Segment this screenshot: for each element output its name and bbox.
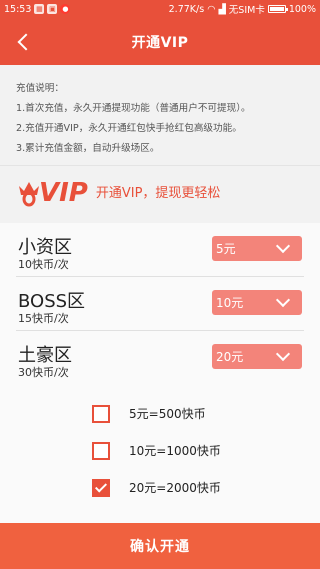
- status-bar: 15:53 ▦ ▣ ● 2.77K/s ◠ ▟ 无SIM卡 100%: [0, 0, 320, 18]
- plan-amount-value: 5元: [216, 242, 236, 256]
- crown-icon: [19, 181, 39, 206]
- signal-icon: ▟: [218, 3, 226, 15]
- option-row[interactable]: 20元=2000快币: [0, 469, 320, 506]
- vip-slogan: 开通VIP，提现更轻松: [95, 186, 221, 201]
- plan-amount-select[interactable]: 10元: [212, 290, 302, 315]
- checkmark-icon: [94, 479, 108, 493]
- recharge-notes: 充值说明： 1.首次充值，永久开通提现功能（普通用户不可提现）。 2.充值开通V…: [0, 65, 320, 165]
- chevron-down-icon: [275, 346, 291, 362]
- plan-row-boss: BOSS区 15快币/次 10元: [16, 277, 304, 331]
- option-row[interactable]: 5元=500快币: [0, 395, 320, 432]
- plan-amount-select[interactable]: 5元: [212, 236, 302, 261]
- notes-heading: 充值说明：: [16, 83, 64, 94]
- notification-weibo-icon: ●: [60, 4, 71, 14]
- notification-image-icon: ▣: [47, 4, 58, 14]
- option-label: 20元=2000快币: [129, 481, 221, 495]
- page-title: 开通VIP: [131, 34, 189, 51]
- chevron-left-icon: [17, 33, 35, 50]
- wifi-icon: ◠: [207, 3, 216, 15]
- carrier-label: 无SIM卡: [228, 5, 265, 16]
- plan-price: 30快币/次: [18, 366, 69, 379]
- recharge-options: 5元=500快币 10元=1000快币 20元=2000快币: [0, 385, 320, 526]
- network-speed: 2.77K/s: [168, 3, 205, 15]
- option-checkbox[interactable]: [92, 404, 110, 423]
- vip-logo-text: VIP: [39, 177, 88, 208]
- plan-price: 15快币/次: [18, 312, 69, 325]
- option-row[interactable]: 10元=1000快币: [0, 432, 320, 469]
- notes-line-2: 2.充值开通VIP，永久开通红包快手抢红包高级功能。: [16, 123, 242, 134]
- vip-logo: VIP: [16, 177, 88, 207]
- plan-row-tuhao: 土豪区 30快币/次 20元: [16, 331, 304, 385]
- status-right: 2.77K/s ◠ ▟ 无SIM卡 100%: [168, 2, 316, 17]
- plan-row-xiaozi: 小资区 10快币/次 5元: [16, 223, 304, 277]
- vip-banner: VIP 开通VIP，提现更轻松: [0, 165, 320, 217]
- chevron-down-icon: [275, 238, 291, 254]
- option-checkbox-checked[interactable]: [92, 478, 110, 497]
- option-checkbox[interactable]: [92, 441, 110, 460]
- plan-amount-value: 20元: [216, 350, 244, 364]
- chevron-down-icon: [275, 292, 291, 308]
- notes-line-3: 3.累计充值金额，自动升级场区。: [16, 143, 160, 154]
- notes-line-1: 1.首次充值，永久开通提现功能（普通用户不可提现）。: [16, 103, 251, 114]
- plan-amount-select[interactable]: 20元: [212, 344, 302, 369]
- notification-app-icon: ▦: [34, 4, 45, 14]
- plan-list: 小资区 10快币/次 5元 BOSS区 15快币/次 10元 土豪区 30快币/…: [0, 223, 320, 385]
- confirm-button[interactable]: 确认开通: [0, 523, 320, 569]
- plan-price: 10快币/次: [18, 258, 69, 271]
- back-button[interactable]: [8, 18, 40, 65]
- status-left: 15:53 ▦ ▣ ●: [4, 3, 71, 15]
- option-label: 5元=500快币: [129, 407, 206, 421]
- nav-bar: 开通VIP: [0, 18, 320, 65]
- battery-level: 100%: [288, 3, 316, 15]
- battery-icon: [267, 5, 288, 13]
- status-time: 15:53: [4, 3, 32, 15]
- option-label: 10元=1000快币: [129, 444, 221, 458]
- plan-amount-value: 10元: [216, 296, 244, 310]
